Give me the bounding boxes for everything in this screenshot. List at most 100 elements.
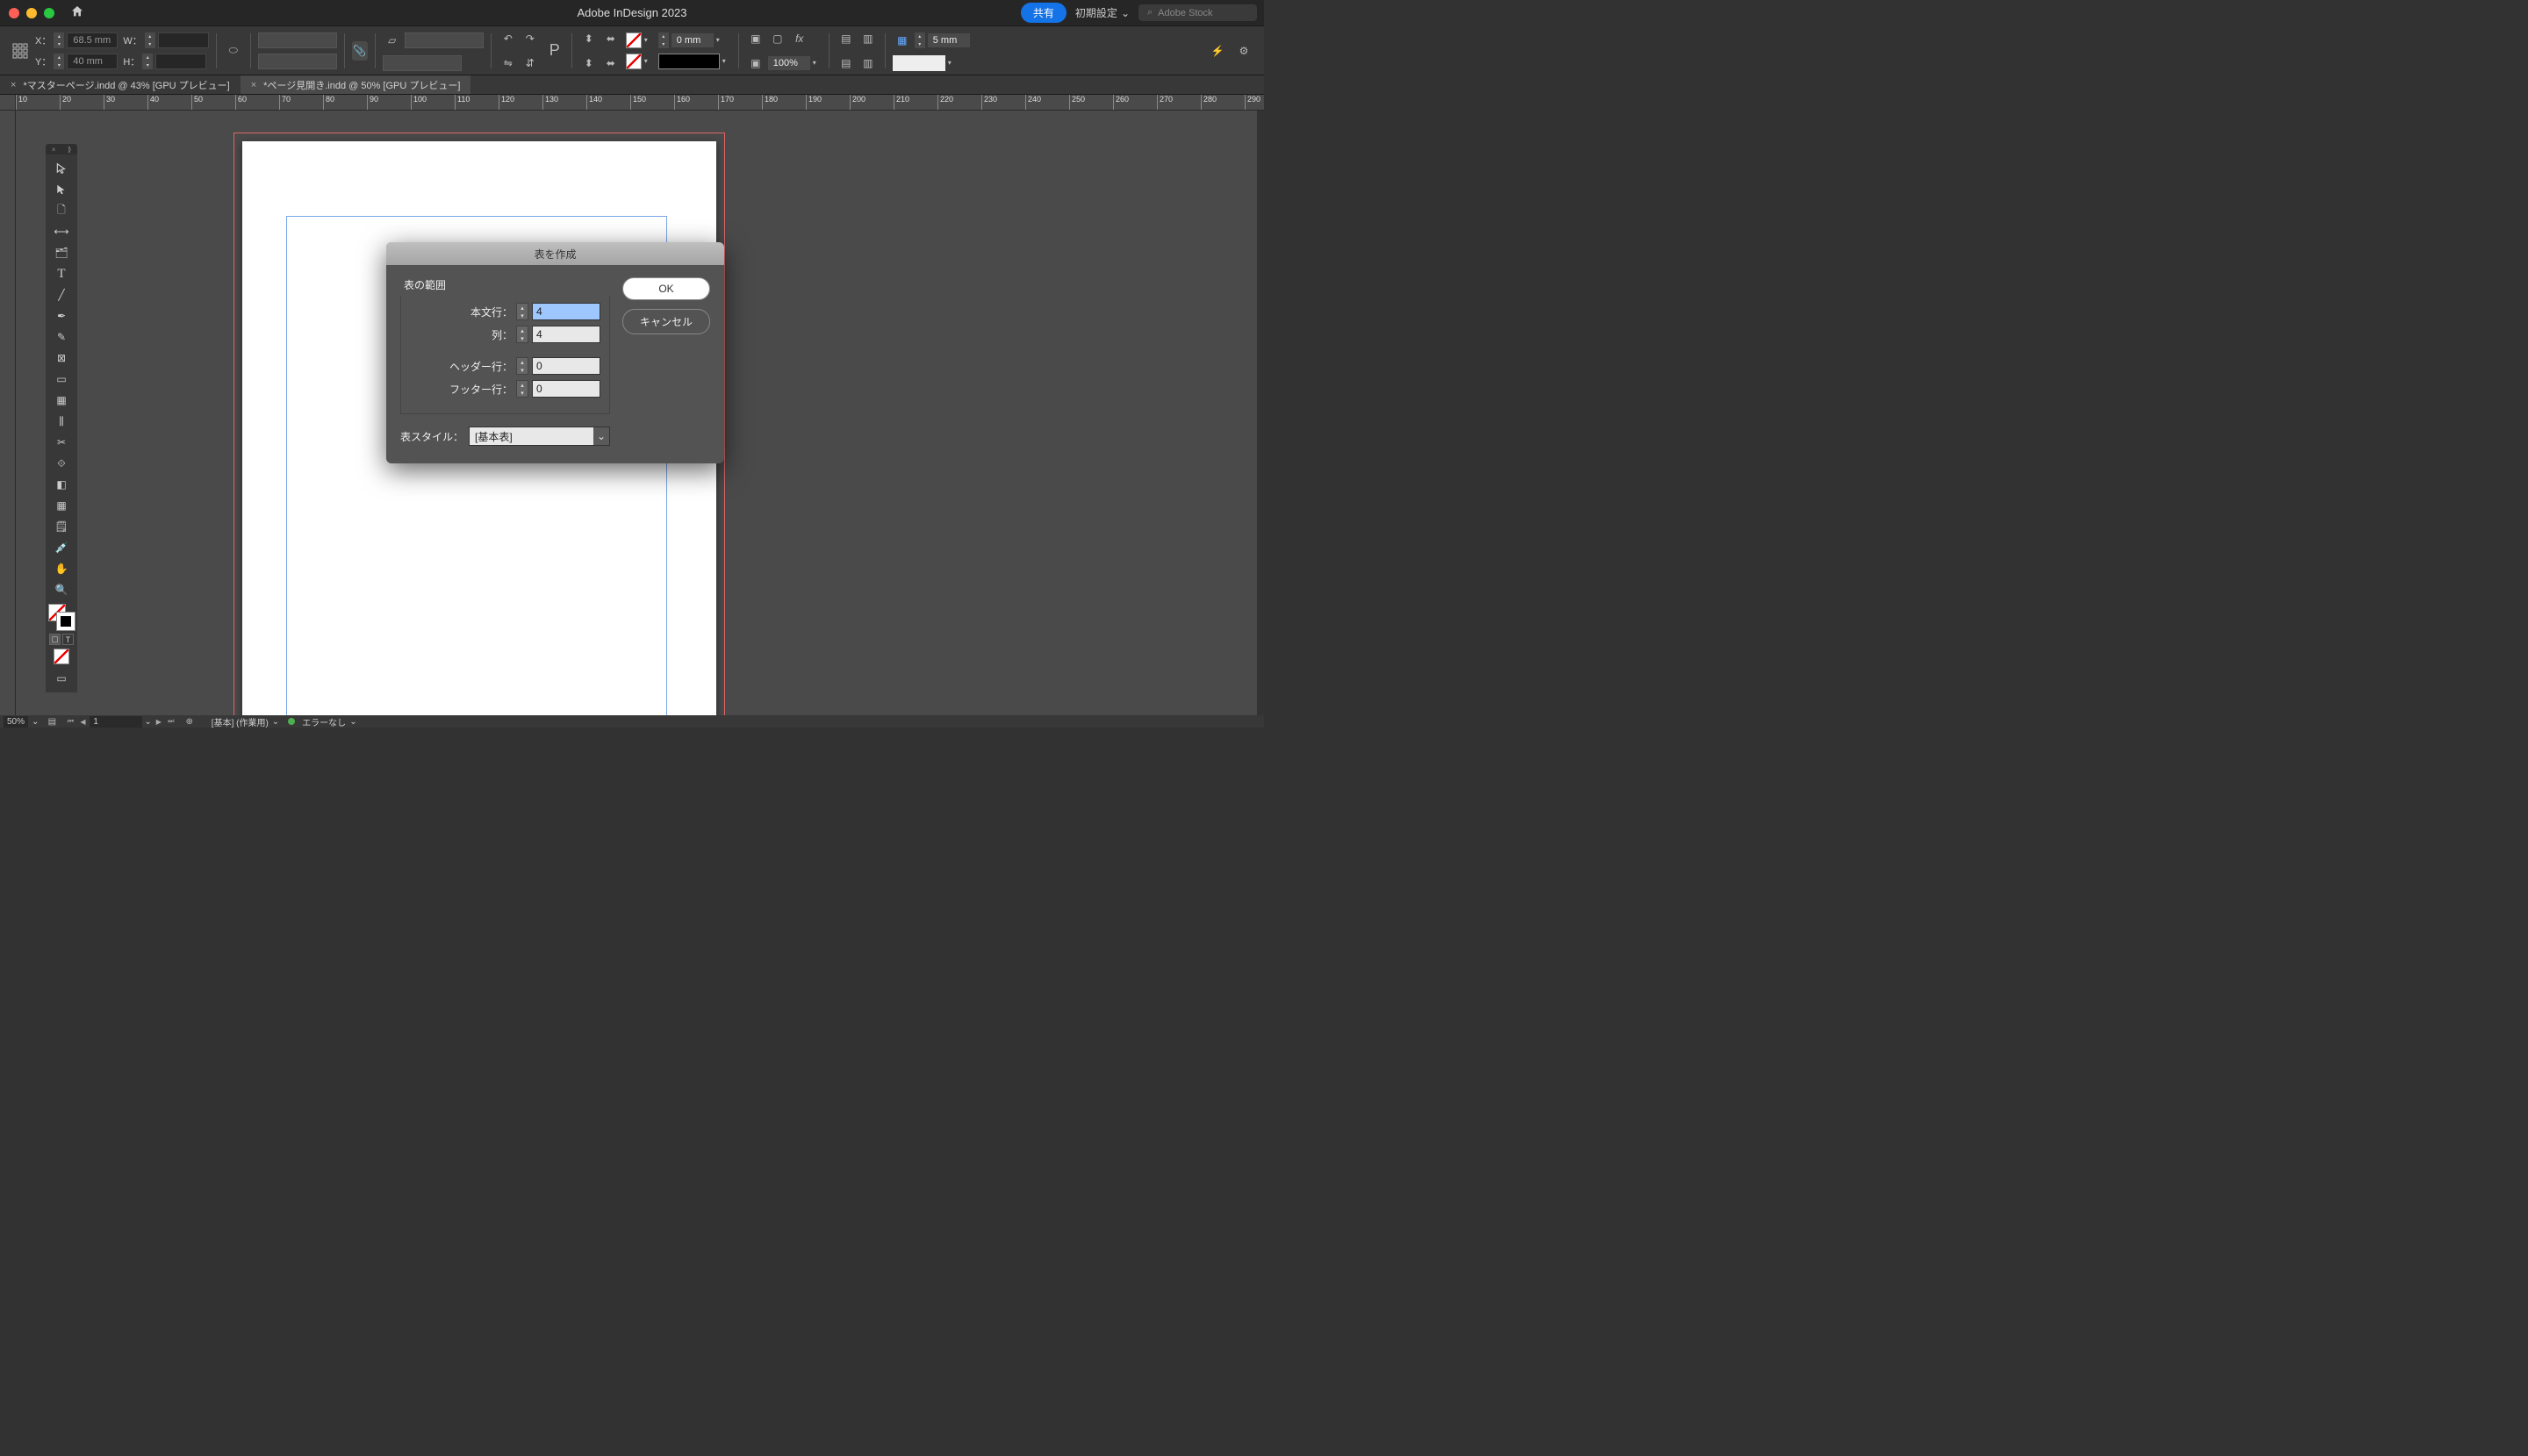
close-window-button[interactable] bbox=[9, 8, 19, 18]
chevron-down-icon[interactable]: ▾ bbox=[644, 57, 653, 65]
close-tab-icon[interactable]: × bbox=[11, 80, 16, 90]
inset-input[interactable] bbox=[928, 33, 970, 47]
chevron-down-icon[interactable]: ▾ bbox=[948, 59, 957, 67]
fill-none-icon[interactable] bbox=[626, 32, 642, 48]
quick-apply-icon[interactable]: ⚡ bbox=[1208, 41, 1227, 61]
corner-options-icon[interactable]: ⬭ bbox=[224, 41, 243, 61]
last-page-button[interactable]: ⏭ bbox=[166, 716, 176, 727]
paragraph-icon[interactable]: P bbox=[545, 41, 564, 61]
document-tab[interactable]: × *マスターページ.indd @ 43% [GPU プレビュー] bbox=[0, 75, 241, 94]
prev-page-button[interactable]: ◀ bbox=[77, 716, 88, 727]
arrange-1-icon[interactable]: ⬍ bbox=[579, 54, 599, 73]
shear-drop[interactable] bbox=[405, 32, 484, 48]
note-tool[interactable]: 🗒 bbox=[49, 516, 74, 537]
options-icon[interactable]: ⚙ bbox=[1234, 41, 1253, 61]
page-number-input[interactable]: 1 bbox=[90, 716, 142, 728]
h-spinner[interactable]: ▴▾ bbox=[142, 54, 153, 69]
first-page-button[interactable]: ⏮ bbox=[65, 716, 75, 727]
x-spinner[interactable]: ▴▾ bbox=[54, 32, 64, 48]
zoom-level[interactable]: 50% bbox=[4, 716, 28, 728]
chevron-down-icon[interactable]: ⌄ bbox=[272, 717, 279, 727]
rectangle-frame-tool[interactable]: ⊠ bbox=[49, 348, 74, 369]
pencil-tool[interactable]: ✎ bbox=[49, 326, 74, 348]
w-input[interactable] bbox=[158, 32, 209, 48]
body-rows-spinner[interactable]: ▴▾ bbox=[516, 303, 528, 320]
selection-tool[interactable] bbox=[49, 158, 74, 179]
mirror-v-icon[interactable]: ⇵ bbox=[521, 54, 540, 73]
share-button[interactable]: 共有 bbox=[1021, 3, 1066, 23]
header-rows-input[interactable] bbox=[532, 357, 600, 375]
footer-rows-spinner[interactable]: ▴▾ bbox=[516, 380, 528, 398]
align-drop-1[interactable] bbox=[258, 32, 337, 48]
spread-icon[interactable]: ⊕ bbox=[180, 712, 199, 731]
undo-icon[interactable]: ↶ bbox=[499, 29, 518, 48]
preset-label[interactable]: [基本] (作業用) bbox=[212, 715, 269, 728]
hand-tool[interactable]: ✋ bbox=[49, 558, 74, 579]
ok-button[interactable]: OK bbox=[622, 277, 710, 300]
gap-tool[interactable]: ⟷ bbox=[49, 221, 74, 242]
opacity-icon[interactable]: ▣ bbox=[746, 54, 765, 73]
chevron-down-icon[interactable]: ⌄ bbox=[144, 717, 151, 727]
chevron-down-icon[interactable]: ▾ bbox=[716, 36, 725, 44]
h-input[interactable] bbox=[155, 54, 206, 69]
stroke-style-swatch[interactable] bbox=[658, 54, 720, 69]
minimize-window-button[interactable] bbox=[26, 8, 37, 18]
vertical-ruler[interactable] bbox=[0, 111, 16, 715]
columns-input[interactable] bbox=[532, 326, 600, 343]
stroke-weight-spinner[interactable]: ▴▾ bbox=[658, 32, 669, 48]
pen-tool[interactable]: ✒ bbox=[49, 305, 74, 326]
mirror-h-icon[interactable]: ⇋ bbox=[499, 54, 518, 73]
y-input[interactable] bbox=[67, 54, 118, 69]
wrap-3-icon[interactable]: ▤ bbox=[837, 54, 856, 73]
screen-mode-button[interactable]: ▭ bbox=[49, 668, 74, 689]
zoom-tool[interactable]: 🔍 bbox=[49, 579, 74, 600]
preflight-status[interactable]: エラーなし bbox=[302, 715, 346, 728]
rectangle-tool[interactable]: ▭ bbox=[49, 369, 74, 390]
fx-2-icon[interactable]: ▢ bbox=[768, 29, 787, 48]
wrap-2-icon[interactable]: ▥ bbox=[858, 29, 878, 48]
content-collector-tool[interactable]: 🗂 bbox=[49, 242, 74, 263]
cancel-button[interactable]: キャンセル bbox=[622, 309, 710, 334]
next-page-button[interactable]: ▶ bbox=[154, 716, 164, 727]
free-transform-tool[interactable]: ⟐ bbox=[49, 453, 74, 474]
object-style-swatch[interactable] bbox=[893, 55, 945, 71]
body-rows-input[interactable] bbox=[532, 303, 600, 320]
fill-stroke-swatch[interactable] bbox=[48, 604, 75, 630]
reference-point-icon[interactable] bbox=[11, 41, 30, 61]
flip-h-icon[interactable]: ⬍ bbox=[579, 29, 599, 48]
document-tab[interactable]: × *ページ見開き.indd @ 50% [GPU プレビュー] bbox=[241, 75, 471, 94]
attach-icon[interactable]: 📎 bbox=[352, 41, 368, 61]
align-drop-2[interactable] bbox=[258, 54, 337, 69]
arrange-2-icon[interactable]: ⬌ bbox=[601, 54, 621, 73]
zoom-menu-icon[interactable]: ▤ bbox=[42, 712, 61, 731]
inset-spinner[interactable]: ▴▾ bbox=[915, 32, 925, 48]
apply-none-icon[interactable] bbox=[54, 649, 69, 664]
format-affects[interactable]: ▢T bbox=[49, 634, 74, 645]
scrollbar-vertical[interactable] bbox=[1257, 111, 1264, 715]
wrap-4-icon[interactable]: ▥ bbox=[858, 54, 878, 73]
eyedropper-tool[interactable]: 💉 bbox=[49, 537, 74, 558]
ruler-origin[interactable] bbox=[0, 95, 16, 111]
w-spinner[interactable]: ▴▾ bbox=[145, 32, 155, 48]
chevron-down-icon[interactable]: ⌄ bbox=[32, 717, 39, 727]
rotate-drop[interactable] bbox=[383, 55, 462, 71]
chevron-down-icon[interactable]: ▾ bbox=[644, 36, 653, 44]
frame-fit-icon[interactable]: ▦ bbox=[893, 31, 912, 50]
fx-1-icon[interactable]: ▣ bbox=[746, 29, 765, 48]
line-tool[interactable]: ╱ bbox=[49, 284, 74, 305]
workspace-dropdown[interactable]: 初期設定 ⌄ bbox=[1075, 5, 1130, 20]
stroke-weight-input[interactable] bbox=[672, 33, 714, 47]
gradient-feather-tool[interactable]: ▦ bbox=[49, 495, 74, 516]
chevron-down-icon[interactable]: ▾ bbox=[813, 59, 822, 67]
chevron-down-icon[interactable]: ⌄ bbox=[349, 717, 356, 727]
opacity-input[interactable] bbox=[768, 56, 810, 70]
chevron-down-icon[interactable]: ▾ bbox=[722, 57, 731, 65]
x-input[interactable] bbox=[67, 32, 118, 48]
table-tool[interactable]: ▦ bbox=[49, 390, 74, 411]
table-style-select[interactable]: [基本表] bbox=[469, 427, 610, 446]
column-tool[interactable]: ⫼ bbox=[49, 411, 74, 432]
home-button[interactable] bbox=[70, 4, 84, 21]
stroke-none-icon[interactable] bbox=[626, 54, 642, 69]
horizontal-ruler[interactable]: 1020304050607080901001101201301401501601… bbox=[16, 95, 1264, 111]
type-tool[interactable]: T bbox=[49, 263, 74, 284]
